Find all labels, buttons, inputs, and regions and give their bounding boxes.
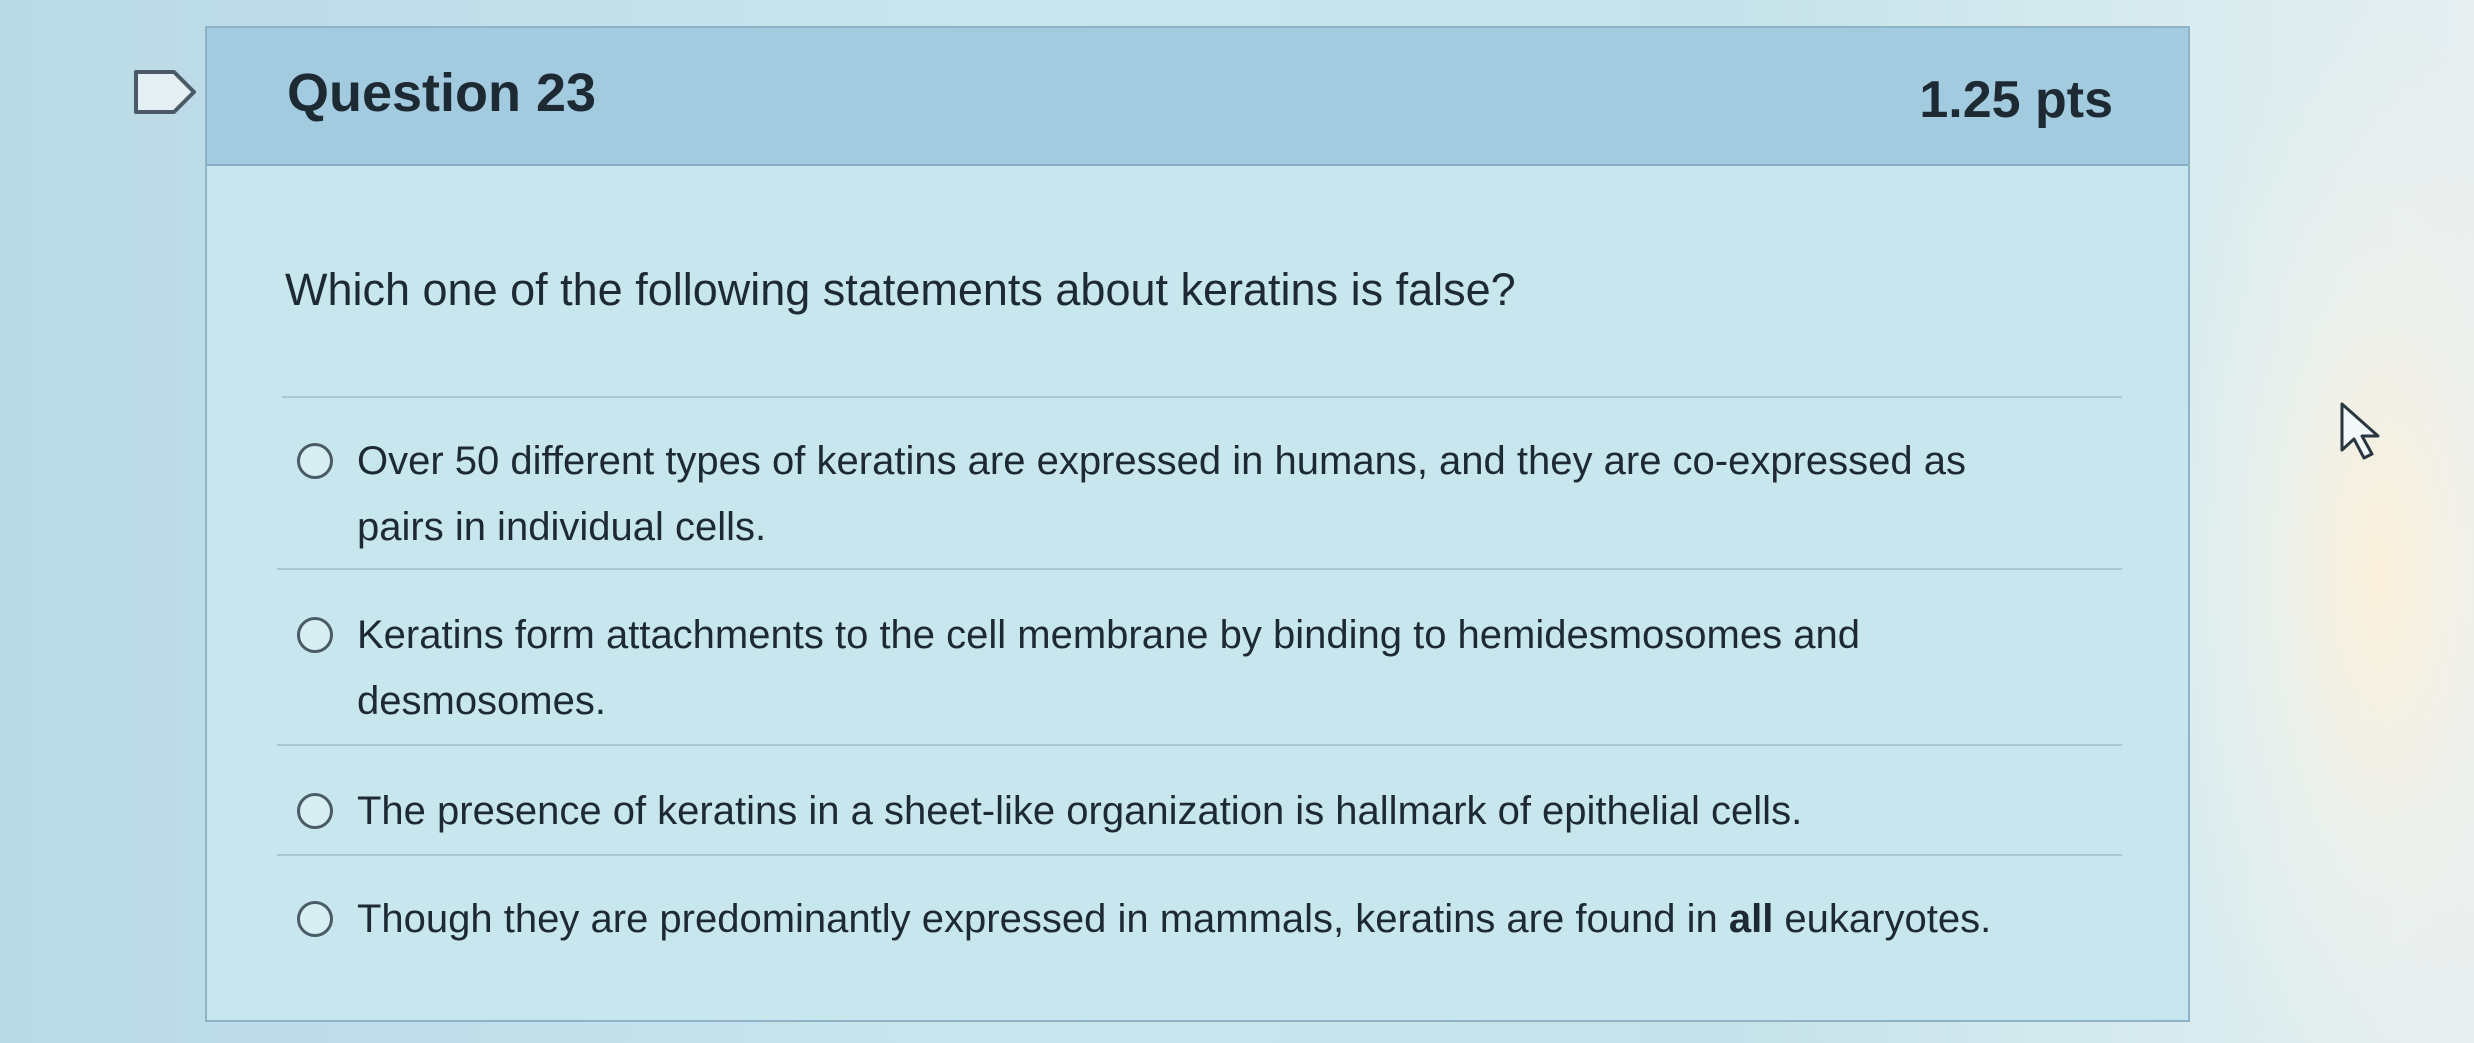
- question-header: Question 23 1.25 pts: [207, 28, 2188, 166]
- divider: [277, 568, 2122, 570]
- flag-question-icon[interactable]: [132, 68, 198, 116]
- answer-text-emphasis: all: [1728, 897, 1774, 941]
- divider: [277, 854, 2122, 856]
- radio-button-icon[interactable]: [297, 617, 333, 653]
- answer-text: The presence of keratins in a sheet-like…: [357, 789, 1803, 833]
- radio-button-icon[interactable]: [297, 793, 333, 829]
- question-points: 1.25 pts: [1919, 71, 2113, 129]
- radio-button-icon[interactable]: [297, 443, 333, 479]
- question-card: Question 23 1.25 pts Which one of the fo…: [205, 26, 2190, 1022]
- answer-option-3[interactable]: The presence of keratins in a sheet-like…: [287, 778, 2107, 844]
- answer-option-1[interactable]: Over 50 different types of keratins are …: [287, 428, 2107, 560]
- question-prompt: Which one of the following statements ab…: [285, 264, 1516, 315]
- answer-text: Keratins form attachments to the cell me…: [357, 613, 1860, 723]
- question-title: Question 23: [287, 63, 597, 123]
- divider: [282, 396, 2122, 398]
- answer-text: Though they are predominantly expressed …: [357, 886, 2057, 952]
- answer-text-part: eukaryotes.: [1773, 897, 1992, 941]
- answer-text-part: Though they are predominantly expressed …: [357, 897, 1729, 941]
- answer-option-4[interactable]: Though they are predominantly expressed …: [287, 886, 2107, 952]
- divider: [277, 744, 2122, 746]
- mouse-pointer-icon: [2340, 402, 2380, 460]
- radio-button-icon[interactable]: [297, 901, 333, 937]
- answer-option-2[interactable]: Keratins form attachments to the cell me…: [287, 602, 2107, 734]
- screen-glare: [2154, 0, 2474, 1043]
- answer-text: Over 50 different types of keratins are …: [357, 439, 1967, 549]
